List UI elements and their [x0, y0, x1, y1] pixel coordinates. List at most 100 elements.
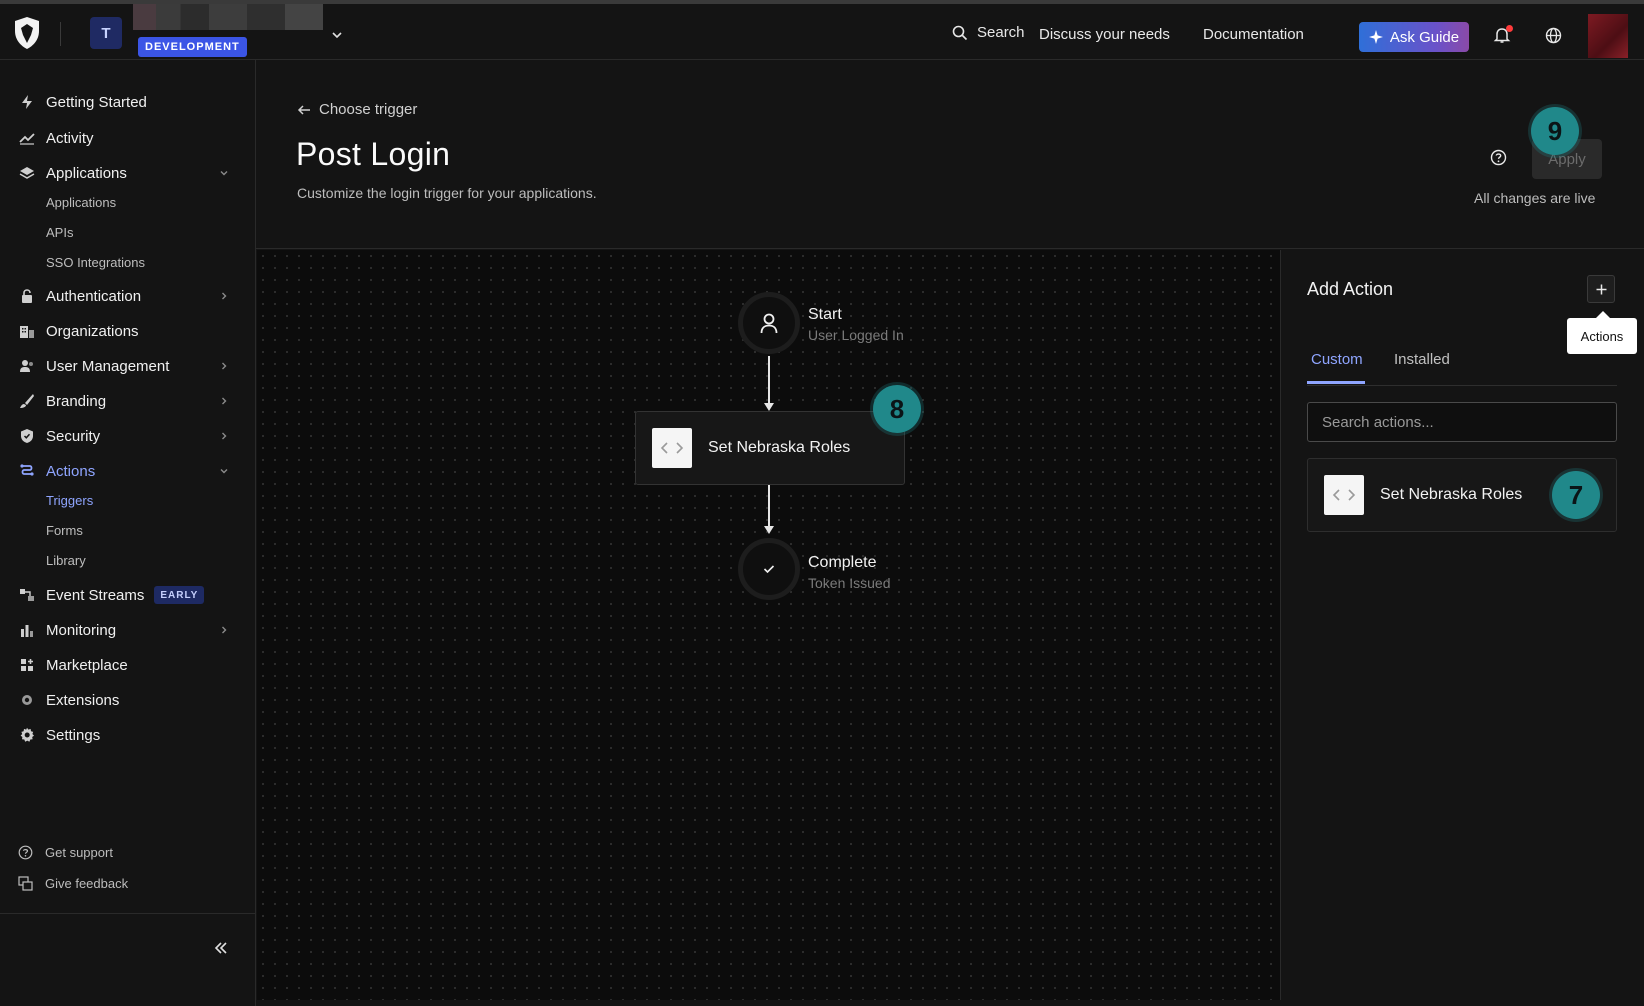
tooltip-arrow — [1596, 311, 1610, 318]
top-search-button[interactable]: Search — [952, 24, 1025, 41]
sidebar-item-branding[interactable]: Branding — [18, 389, 238, 413]
sidebar-item-actions[interactable]: Actions — [18, 459, 238, 483]
flow-action-card[interactable]: Set Nebraska Roles — [635, 411, 905, 485]
sidebar-item-label: Organizations — [46, 322, 139, 340]
ask-guide-button[interactable]: Ask Guide — [1359, 22, 1469, 52]
top-bar: T DEVELOPMENT Search Discuss your needs … — [0, 0, 1644, 60]
page-subtitle: Customize the login trigger for your app… — [297, 185, 597, 201]
chevron-right-icon — [222, 362, 227, 370]
discuss-needs-link[interactable]: Discuss your needs — [1039, 26, 1170, 43]
tenant-name-redacted[interactable] — [133, 4, 323, 30]
early-badge: EARLY — [154, 586, 205, 604]
globe-icon[interactable] — [1545, 27, 1562, 44]
flow-icon — [18, 462, 36, 480]
tenant-avatar[interactable]: T — [90, 17, 122, 49]
lock-icon — [18, 287, 36, 305]
search-icon — [952, 25, 968, 40]
start-node[interactable] — [738, 292, 800, 354]
environment-badge: DEVELOPMENT — [138, 37, 247, 57]
sidebar-item-organizations[interactable]: Organizations — [18, 319, 238, 343]
sidebar-subitem-apis[interactable]: APIs — [46, 225, 73, 240]
search-actions-input[interactable] — [1307, 402, 1617, 442]
sidebar-divider — [0, 913, 255, 914]
panel-tabs: Custom Installed — [1307, 345, 1617, 386]
shield-icon — [18, 427, 36, 445]
give-feedback-label: Give feedback — [45, 876, 129, 891]
complete-node[interactable] — [738, 538, 800, 600]
arrow-left-icon — [297, 104, 310, 115]
chevron-right-icon — [222, 626, 227, 634]
sidebar-item-extensions[interactable]: Extensions — [18, 688, 238, 712]
sidebar-subitem-sso-integrations[interactable]: SSO Integrations — [46, 255, 145, 270]
bolt-icon — [18, 93, 36, 111]
step-marker-9: 9 — [1531, 107, 1579, 155]
sidebar-item-marketplace[interactable]: Marketplace — [18, 653, 238, 677]
topbar-divider — [60, 22, 61, 46]
sparkle-icon — [1368, 30, 1383, 44]
sidebar-item-monitoring[interactable]: Monitoring — [18, 618, 238, 642]
ask-guide-label: Ask Guide — [1389, 28, 1460, 46]
tab-installed[interactable]: Installed — [1394, 351, 1450, 368]
sidebar-item-label: Security — [46, 427, 101, 445]
get-support-label: Get support — [45, 845, 113, 860]
sidebar — [0, 60, 256, 1006]
grid-plus-icon — [18, 656, 36, 674]
gear-small-icon — [18, 691, 36, 709]
page-header — [256, 60, 1644, 249]
sidebar-item-user-management[interactable]: User Management — [18, 354, 238, 378]
notification-dot — [1506, 25, 1513, 32]
complete-node-subtitle: Token Issued — [808, 575, 891, 591]
sidebar-item-label: Settings — [46, 726, 101, 744]
start-node-subtitle: User Logged In — [808, 327, 904, 343]
search-label: Search — [977, 24, 1025, 41]
sidebar-item-activity[interactable]: Activity — [18, 126, 238, 150]
bar-chart-icon — [18, 621, 36, 639]
user-avatar[interactable] — [1588, 14, 1628, 58]
tab-custom[interactable]: Custom — [1311, 351, 1363, 368]
layers-icon — [18, 164, 36, 182]
add-action-plus-button[interactable] — [1587, 275, 1615, 303]
start-node-title: Start — [808, 306, 842, 323]
sidebar-item-settings[interactable]: Settings — [18, 723, 238, 747]
user-icon — [760, 313, 778, 334]
sidebar-item-authentication[interactable]: Authentication — [18, 284, 238, 308]
sidebar-subitem-library[interactable]: Library — [46, 553, 86, 568]
brush-icon — [18, 392, 36, 410]
save-status-text: All changes are live — [1474, 190, 1596, 206]
step-marker-7: 7 — [1552, 471, 1600, 519]
sidebar-subitem-forms[interactable]: Forms — [46, 523, 83, 538]
auth0-logo-icon[interactable] — [12, 16, 42, 50]
chevron-down-icon — [220, 171, 228, 176]
streams-icon — [18, 586, 36, 604]
check-icon — [763, 565, 775, 574]
users-icon — [18, 357, 36, 375]
sidebar-item-security[interactable]: Security — [18, 424, 238, 448]
chevron-down-icon — [220, 469, 228, 474]
trend-icon — [18, 129, 36, 147]
sidebar-item-applications[interactable]: Applications — [18, 161, 238, 185]
sidebar-item-event-streams[interactable]: Event Streams EARLY — [18, 583, 238, 607]
chevron-right-icon — [222, 397, 227, 405]
sidebar-subitem-applications[interactable]: Applications — [46, 195, 116, 210]
tenant-chevron-down-icon[interactable] — [330, 28, 344, 42]
get-support-link[interactable]: Get support — [18, 845, 113, 860]
building-icon — [18, 322, 36, 340]
choose-trigger-back-link[interactable]: Choose trigger — [297, 101, 417, 118]
arrow-down-icon — [764, 403, 774, 411]
active-tab-indicator — [1307, 381, 1365, 384]
documentation-link[interactable]: Documentation — [1203, 26, 1304, 43]
give-feedback-link[interactable]: Give feedback — [18, 876, 128, 891]
sidebar-item-label: Applications — [46, 164, 127, 182]
gear-icon — [18, 726, 36, 744]
sidebar-subitem-triggers[interactable]: Triggers — [46, 493, 93, 508]
sidebar-item-getting-started[interactable]: Getting Started — [18, 90, 238, 114]
help-icon[interactable] — [1490, 149, 1507, 166]
complete-node-title: Complete — [808, 554, 877, 571]
sidebar-item-label: Actions — [46, 462, 96, 480]
sidebar-item-label: Getting Started — [46, 93, 147, 111]
page-title: Post Login — [296, 136, 451, 172]
help-circle-icon — [18, 845, 33, 860]
collapse-sidebar-icon[interactable] — [213, 940, 229, 956]
sidebar-item-label: Activity — [46, 129, 94, 147]
sidebar-item-label: Event Streams — [46, 586, 145, 604]
